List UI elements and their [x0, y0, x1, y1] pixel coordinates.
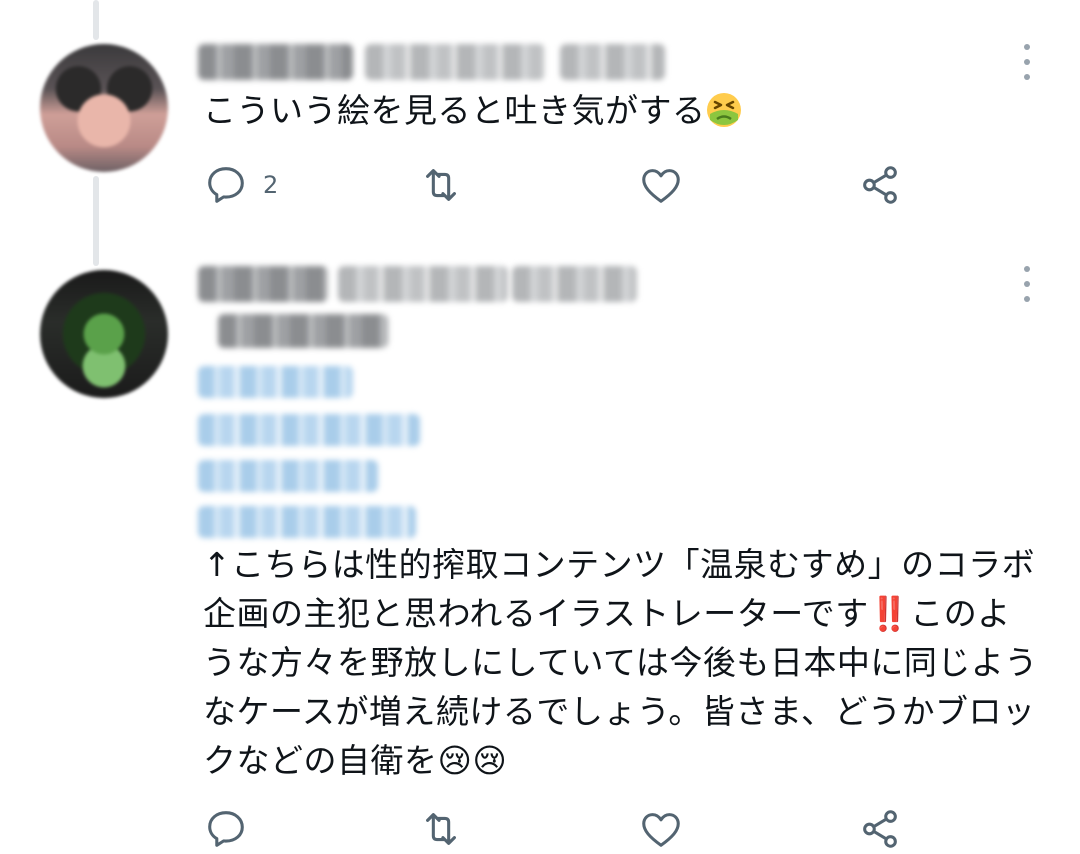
share-icon — [863, 810, 897, 848]
tweet-2[interactable]: ↑こちらは性的搾取コンテンツ「温泉むすめ」のコラボ企画の主犯と思われるイラストレ… — [0, 230, 1080, 854]
tweet-text: こういう絵を見ると吐き気がする — [203, 86, 1050, 141]
timestamp-redacted[interactable] — [512, 266, 637, 302]
tweet-actions: 2 — [0, 160, 1080, 210]
heart-icon — [642, 169, 680, 203]
heart-icon — [642, 813, 680, 847]
reply-button[interactable]: 2 — [203, 160, 278, 210]
share-icon — [863, 166, 897, 204]
retweet-button[interactable] — [418, 160, 464, 210]
more-options-icon[interactable] — [1022, 266, 1032, 302]
reply-icon — [208, 811, 244, 847]
avatar[interactable] — [40, 270, 168, 398]
avatar[interactable] — [40, 44, 168, 172]
mention-link-redacted[interactable] — [198, 366, 353, 398]
like-button[interactable] — [638, 160, 684, 210]
like-button[interactable] — [638, 804, 684, 854]
retweet-icon — [426, 813, 456, 845]
nauseated-face-icon — [706, 92, 742, 141]
replying-to-redacted[interactable] — [218, 314, 388, 348]
mention-link-redacted[interactable] — [198, 506, 416, 538]
more-options-icon[interactable] — [1022, 44, 1032, 80]
user-handle-redacted[interactable] — [338, 266, 508, 302]
retweet-icon — [426, 169, 456, 201]
mention-link-redacted[interactable] — [198, 460, 378, 492]
reply-icon — [208, 167, 244, 203]
user-name-redacted[interactable] — [198, 266, 328, 302]
tweet-text-body: こういう絵を見ると吐き気がする — [203, 91, 706, 130]
mention-link-redacted[interactable] — [198, 414, 420, 446]
timestamp-redacted[interactable] — [560, 44, 665, 80]
share-button[interactable] — [857, 804, 903, 854]
retweet-button[interactable] — [418, 804, 464, 854]
reply-button[interactable] — [203, 804, 263, 854]
tweet-text: ↑こちらは性的搾取コンテンツ「温泉むすめ」のコラボ企画の主犯と思われるイラストレ… — [203, 540, 1044, 785]
tweet-actions — [0, 804, 1080, 854]
share-button[interactable] — [857, 160, 903, 210]
tweet-1[interactable]: こういう絵を見ると吐き気がする 2 — [0, 0, 1080, 230]
reply-count: 2 — [263, 171, 279, 199]
user-name-redacted[interactable] — [198, 44, 353, 80]
tweet-text-body: ↑こちらは性的搾取コンテンツ「温泉むすめ」のコラボ企画の主犯と思われるイラストレ… — [203, 545, 1038, 780]
user-handle-redacted[interactable] — [365, 44, 545, 80]
